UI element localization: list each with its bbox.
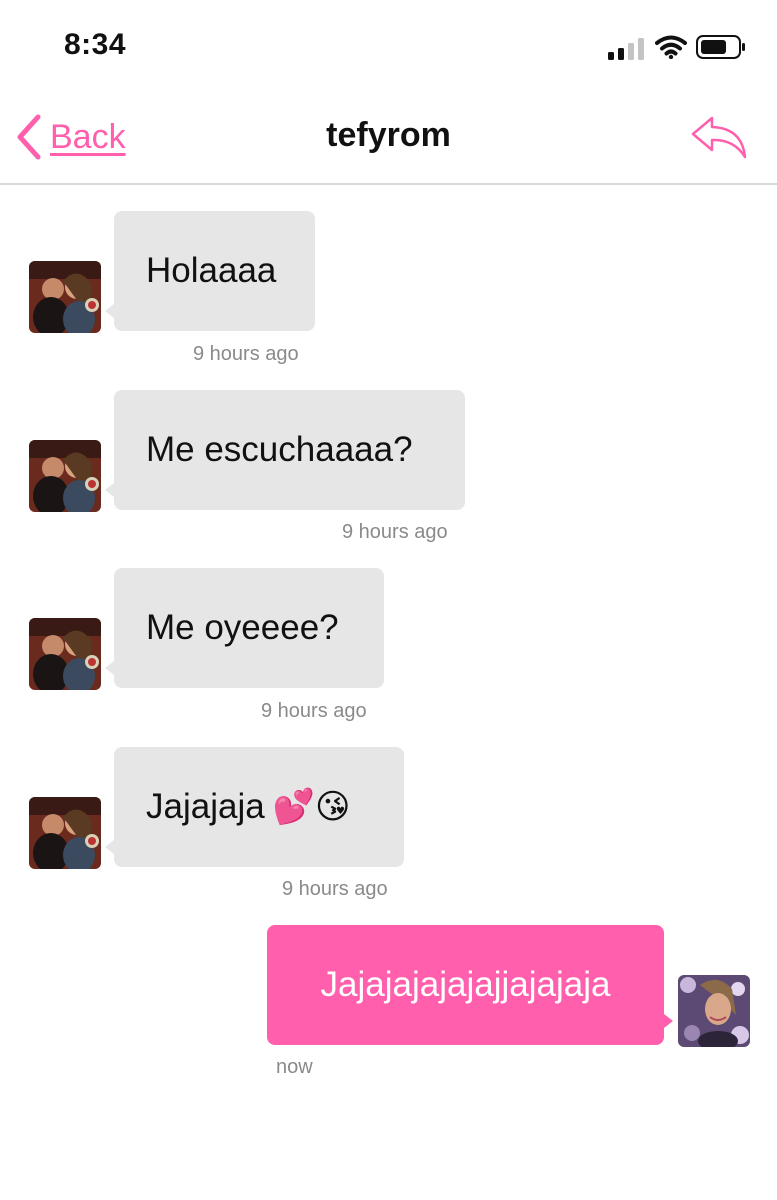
message-row: Jajajaja 💕😘 9 hours ago bbox=[0, 747, 777, 907]
message-bubble[interactable]: Me escuchaaaa? bbox=[114, 390, 465, 510]
message-text: Jajajajajajajjajajaja bbox=[320, 965, 611, 1004]
message-text: Holaaaa bbox=[146, 251, 277, 290]
message-bubble[interactable]: Jajajajajajajjajajaja bbox=[267, 925, 664, 1045]
contact-avatar[interactable] bbox=[29, 440, 101, 512]
message-timestamp: 9 hours ago bbox=[193, 343, 299, 365]
message-bubble[interactable]: Me oyeeee? bbox=[114, 568, 384, 688]
nav-bar: Back tefyrom bbox=[0, 92, 777, 185]
message-row: Me oyeeee? 9 hours ago bbox=[0, 568, 777, 728]
contact-avatar[interactable] bbox=[29, 797, 101, 869]
contact-avatar[interactable] bbox=[29, 618, 101, 690]
bubble-tail bbox=[664, 1014, 673, 1028]
message-row: Jajajajajajajjajajaja now bbox=[0, 925, 777, 1085]
message-bubble[interactable]: Holaaaa bbox=[114, 211, 315, 331]
message-text: Me oyeeee? bbox=[146, 608, 339, 647]
bubble-tail bbox=[105, 304, 114, 318]
message-bubble[interactable]: Jajajaja 💕😘 bbox=[114, 747, 404, 867]
signal-icon bbox=[608, 38, 646, 60]
reply-icon[interactable] bbox=[690, 112, 748, 160]
conversation-title: tefyrom bbox=[326, 116, 451, 154]
message-text: Me escuchaaaa? bbox=[146, 430, 413, 469]
user-avatar[interactable] bbox=[678, 975, 750, 1047]
battery-icon bbox=[696, 35, 745, 59]
bubble-tail bbox=[105, 483, 114, 497]
status-bar: 8:34 bbox=[0, 0, 777, 92]
bubble-tail bbox=[105, 840, 114, 854]
emoji: 💕😘 bbox=[272, 787, 351, 827]
wifi-icon bbox=[655, 35, 687, 59]
message-row: Holaaaa 9 hours ago bbox=[0, 211, 777, 371]
message-timestamp: 9 hours ago bbox=[342, 521, 448, 543]
message-timestamp: now bbox=[276, 1056, 313, 1078]
message-text: Jajajaja bbox=[146, 787, 265, 826]
message-row: Me escuchaaaa? 9 hours ago bbox=[0, 390, 777, 550]
contact-avatar[interactable] bbox=[29, 261, 101, 333]
bubble-tail bbox=[105, 661, 114, 675]
message-timestamp: 9 hours ago bbox=[261, 700, 367, 722]
status-time: 8:34 bbox=[64, 28, 127, 61]
message-timestamp: 9 hours ago bbox=[282, 878, 388, 900]
